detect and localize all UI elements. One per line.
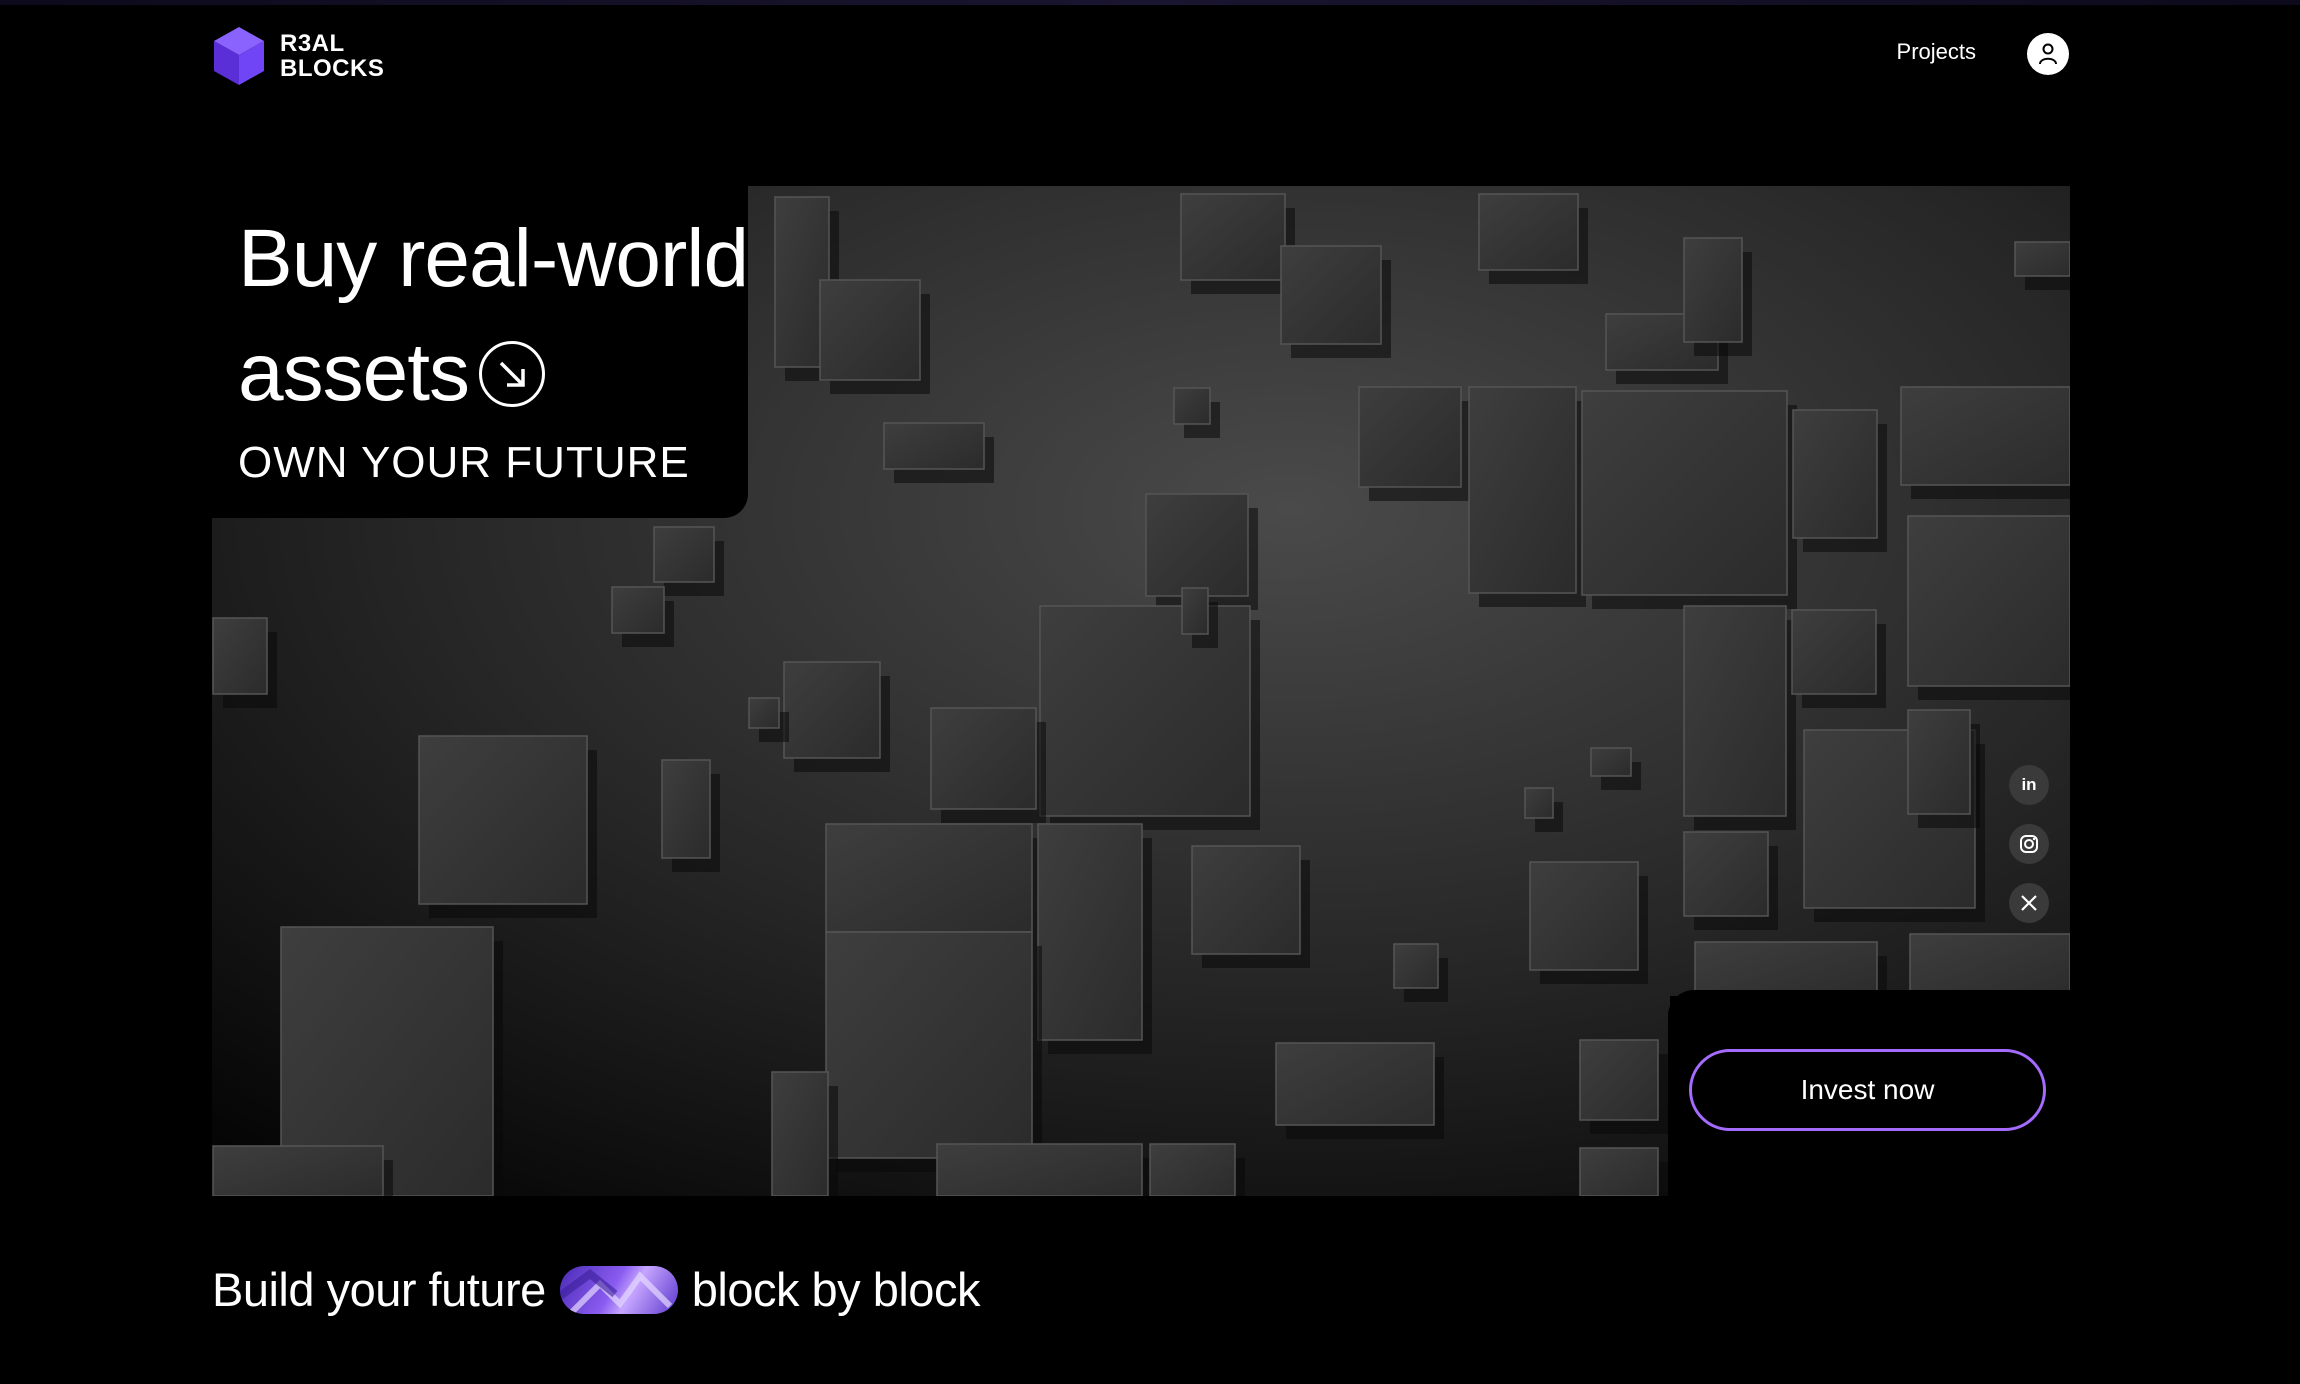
block-cube [1037, 823, 1143, 1041]
block-cube [1145, 493, 1249, 597]
instagram-icon[interactable] [2009, 824, 2049, 864]
block-cube [1358, 386, 1462, 488]
block-cube [1181, 587, 1209, 635]
hero-tagline: OWN YOUR FUTURE [238, 438, 690, 487]
arrow-down-right-icon[interactable] [479, 341, 545, 408]
nav-projects-link[interactable]: Projects [1897, 39, 1976, 65]
block-cube [1173, 387, 1211, 425]
block-cube [1907, 709, 1971, 815]
block-cube [212, 617, 268, 695]
block-cube [1524, 787, 1554, 819]
block-cube [1683, 605, 1787, 817]
block-cube [1791, 609, 1877, 695]
invest-now-button[interactable]: Invest now [1689, 1049, 2046, 1131]
block-pill-image [559, 1265, 678, 1314]
block-cube [1478, 193, 1579, 271]
block-cube [1149, 1143, 1236, 1196]
block-cube [1590, 747, 1632, 777]
block-cube [930, 707, 1037, 810]
block-cube [748, 697, 780, 729]
block-cube [1909, 933, 2070, 997]
linkedin-label: in [2021, 775, 2037, 794]
bottom-text-right: block by block [691, 1263, 981, 1316]
bottom-tagline: Build your future block by block [212, 1262, 980, 1317]
hero-headline: Buy real-world assets [238, 202, 758, 430]
block-cube [1683, 237, 1743, 343]
brand-logo[interactable]: R3AL BLOCKS [212, 25, 384, 87]
block-cube [1191, 845, 1301, 955]
block-cube [1581, 390, 1788, 596]
top-accent-line [0, 0, 2300, 5]
linkedin-icon[interactable]: in [2009, 765, 2049, 805]
block-cube [819, 279, 921, 381]
block-cube [1683, 831, 1769, 917]
block-cube [1907, 515, 2070, 687]
block-cube [418, 735, 588, 905]
block-cube [825, 931, 1033, 1159]
block-cube [1579, 1147, 1659, 1196]
block-cube [1900, 386, 2070, 486]
user-icon [2039, 43, 2057, 65]
cube-logo-icon [214, 27, 264, 85]
user-account-button[interactable] [2027, 33, 2069, 75]
headline-line-1: Buy real-world [238, 213, 749, 304]
bottom-text-left: Build your future [212, 1263, 546, 1316]
block-cube [1039, 605, 1251, 817]
social-links: in [2009, 765, 2049, 942]
headline-line-2: assets [238, 327, 470, 418]
block-cube [653, 526, 715, 583]
block-cube [1792, 409, 1878, 539]
block-cube [1468, 386, 1577, 594]
block-cube [825, 823, 1033, 933]
block-cube [2014, 241, 2070, 277]
block-cube [1529, 861, 1639, 971]
block-cube [1180, 193, 1286, 281]
x-icon[interactable] [2009, 883, 2049, 923]
block-cube [771, 1071, 829, 1196]
block-cube [611, 586, 665, 634]
block-cube [936, 1143, 1143, 1196]
block-cube [212, 1145, 384, 1196]
block-cube [1393, 943, 1439, 989]
block-cube [1579, 1039, 1659, 1121]
block-cube [883, 422, 985, 470]
brand-name: R3AL BLOCKS [280, 30, 385, 82]
block-cube [661, 759, 711, 859]
block-cube [783, 661, 881, 759]
block-cube [1280, 245, 1382, 345]
block-cube [1275, 1042, 1435, 1126]
